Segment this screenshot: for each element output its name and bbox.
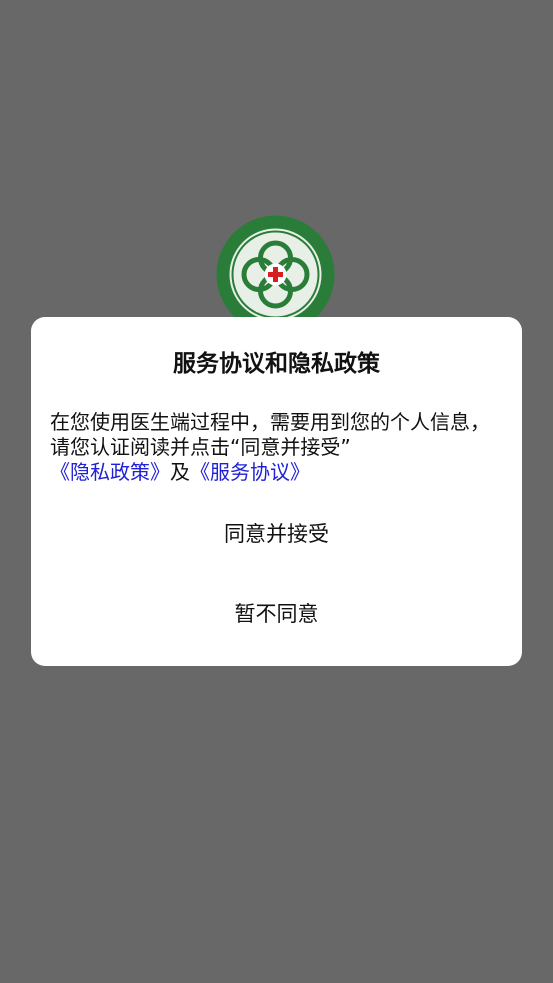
accept-button[interactable]: 同意并接受 [31, 519, 522, 549]
dialog-title: 服务协议和隐私政策 [173, 351, 380, 377]
decline-button[interactable]: 暂不同意 [31, 599, 522, 629]
conjunction-text: 及 [170, 460, 190, 484]
screen: 服务协议和隐私政策 在您使用医生端过程中，需要用到您的个人信息，请您认证阅读并点… [0, 0, 553, 983]
privacy-policy-link[interactable]: 《隐私政策》 [50, 460, 170, 484]
dialog-body-text: 在您使用医生端过程中，需要用到您的个人信息，请您认证阅读并点击“同意并接受” [50, 410, 490, 459]
privacy-dialog: 服务协议和隐私政策 在您使用医生端过程中，需要用到您的个人信息，请您认证阅读并点… [31, 317, 522, 666]
dialog-body: 在您使用医生端过程中，需要用到您的个人信息，请您认证阅读并点击“同意并接受” 《… [50, 410, 490, 485]
service-agreement-link[interactable]: 《服务协议》 [190, 460, 310, 484]
